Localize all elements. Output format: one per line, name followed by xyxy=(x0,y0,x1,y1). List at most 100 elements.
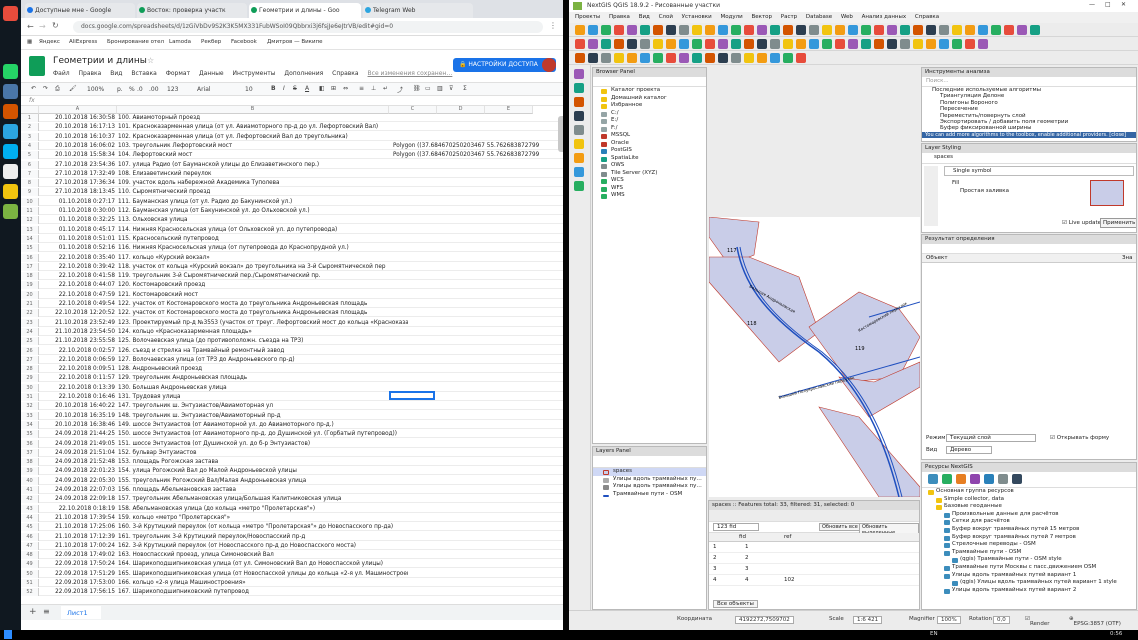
browser-item[interactable]: Oracle xyxy=(593,140,706,148)
cell-date[interactable]: 21.10.2018 23:54:50 xyxy=(41,328,115,336)
cell-date[interactable]: 21.10.2018 23:55:58 xyxy=(41,337,115,345)
add-layer-icon[interactable] xyxy=(574,153,584,163)
add-layer-icon[interactable] xyxy=(574,97,584,107)
select-icon[interactable] xyxy=(874,39,884,49)
doc-title[interactable]: Геометрии и длины xyxy=(53,56,147,66)
col-header-b[interactable]: B xyxy=(117,106,389,114)
row-number[interactable]: 42 xyxy=(21,495,39,504)
digitize-icon[interactable] xyxy=(601,53,611,63)
undo-icon[interactable]: ↶ xyxy=(31,85,36,92)
attr-col-fid[interactable]: fid xyxy=(739,534,746,540)
cell-date[interactable]: 22.10.2018 0:11:57 xyxy=(41,374,115,382)
table-row[interactable]: 17 22.10.2018 0:39:42 118. участок от коль… xyxy=(21,262,569,271)
add-layer-icon[interactable] xyxy=(574,125,584,135)
row-number[interactable]: 46 xyxy=(21,532,39,541)
row-number[interactable]: 37 xyxy=(21,448,39,457)
redo-icon[interactable] xyxy=(640,53,650,63)
apps-icon[interactable]: ▦ xyxy=(27,39,32,45)
italic-icon[interactable]: I xyxy=(283,85,285,92)
add-layer-icon[interactable] xyxy=(574,69,584,79)
add-layer-icon[interactable] xyxy=(574,111,584,121)
bookmark-item[interactable]: Дмитров — Википе xyxy=(267,39,323,45)
measure-icon[interactable] xyxy=(692,25,702,35)
menu-web[interactable]: Web xyxy=(841,14,853,20)
new-project-icon[interactable] xyxy=(705,53,715,63)
table-row[interactable]: 31 22.10.2018 0:16:46 131. Трудовая улица xyxy=(21,393,569,401)
table-row[interactable]: 34 20.10.2018 16:38:46 149. шоссе Энтузиас… xyxy=(21,420,569,429)
cell-date[interactable]: 22.10.2018 0:39:42 xyxy=(41,263,115,271)
browser-item[interactable]: WMS xyxy=(593,192,706,200)
cell-date[interactable]: 22.10.2018 0:18:19 xyxy=(41,505,115,513)
currency-button[interactable]: р. xyxy=(117,86,123,93)
row-number[interactable]: 26 xyxy=(21,346,39,355)
row-number[interactable]: 7 xyxy=(21,169,39,178)
table-icon[interactable] xyxy=(744,39,754,49)
cell-name[interactable]: 148. треугольник ш. Энтузиастов/Авиамото… xyxy=(118,412,408,420)
node-icon[interactable] xyxy=(744,25,754,35)
layer-add-icon[interactable] xyxy=(783,25,793,35)
text-color-icon[interactable]: A xyxy=(305,85,309,92)
table-row[interactable]: 46 21.10.2018 17:12:39 161. треугольник 3-… xyxy=(21,532,569,541)
polygon-south[interactable] xyxy=(818,406,920,497)
cell-name[interactable]: 153. площадь Рогожская застава xyxy=(118,458,408,466)
attr-row[interactable]: 4 4 102 xyxy=(709,575,919,586)
link-icon[interactable]: ⛓ xyxy=(413,85,421,92)
print-icon[interactable] xyxy=(614,25,624,35)
cell-name[interactable]: 163. Новоспасский проезд, улица Симоновс… xyxy=(118,551,408,559)
selected-cell[interactable] xyxy=(389,391,435,400)
row-number[interactable]: 47 xyxy=(21,541,39,550)
cell-date[interactable]: 01.10.2018 0:52:16 xyxy=(41,244,115,252)
edit-icon[interactable] xyxy=(718,25,728,35)
col-header-e[interactable]: E xyxy=(485,106,533,114)
cell-name[interactable]: 102. Красноказарменная улица (от ул. Леф… xyxy=(118,133,408,141)
edit-icon[interactable] xyxy=(653,39,663,49)
cell-date[interactable]: 22.10.2018 0:09:51 xyxy=(41,365,115,373)
resource-item[interactable]: Стрелочные переводы - OSM xyxy=(922,541,1136,549)
cell-date[interactable]: 22.09.2018 17:56:15 xyxy=(41,588,115,596)
zoom-out-icon[interactable] xyxy=(783,53,793,63)
table-row[interactable]: 39 24.09.2018 22:01:23 154. улица Рогожски… xyxy=(21,467,569,476)
row-number[interactable]: 13 xyxy=(21,225,39,234)
add-layer-icon[interactable] xyxy=(574,167,584,177)
layer-item[interactable]: spaces xyxy=(593,468,706,476)
maximize-icon[interactable]: □ xyxy=(1105,1,1111,8)
digitize-icon[interactable] xyxy=(926,39,936,49)
attr-cell-ref[interactable]: 102 xyxy=(784,577,795,583)
cell-name[interactable]: 161. треугольник 3-й Крутицкий переулок/… xyxy=(118,533,408,541)
table-row[interactable]: 48 22.09.2018 17:49:02 163. Новоспасский п… xyxy=(21,551,569,560)
table-row[interactable]: 19 22.10.2018 0:44:07 120. Костомаровский … xyxy=(21,281,569,290)
menu-view[interactable]: Вид xyxy=(110,70,122,77)
row-number[interactable]: 35 xyxy=(21,430,39,439)
browser-item[interactable]: SpatiaLite xyxy=(593,155,706,163)
function-icon[interactable]: Σ xyxy=(463,85,467,92)
attr-row-number[interactable]: 1 xyxy=(713,544,717,550)
browser-item[interactable]: E:/ xyxy=(593,117,706,125)
borders-icon[interactable]: ⊞ xyxy=(331,85,336,92)
label-icon[interactable] xyxy=(640,39,650,49)
avatar[interactable] xyxy=(542,58,556,72)
cell-date[interactable]: 22.10.2018 0:06:59 xyxy=(41,356,115,364)
cell-date[interactable]: 24.09.2018 21:52:48 xyxy=(41,458,115,466)
row-number[interactable]: 27 xyxy=(21,355,39,364)
row-number[interactable]: 4 xyxy=(21,141,39,150)
cell-name[interactable]: 126. съезд и стрелка на Трамвайный ремон… xyxy=(118,347,408,355)
menu-layer[interactable]: Слой xyxy=(659,14,673,20)
menu-data[interactable]: Данные xyxy=(199,70,224,77)
cell-date[interactable]: 22.10.2018 0:13:39 xyxy=(41,384,115,392)
attr-row[interactable]: 11 xyxy=(709,542,919,553)
browser-item[interactable]: WCS xyxy=(593,177,706,185)
cell-name[interactable]: 104. Лефортовский мост xyxy=(118,151,408,159)
cell-name[interactable]: 129. треугольник Андроньевская площадь xyxy=(118,374,408,382)
table-row[interactable]: 21 22.10.2018 0:49:54 122. участок от Кост… xyxy=(21,300,569,308)
identify-icon[interactable] xyxy=(926,25,936,35)
fill-color-icon[interactable]: ◧ xyxy=(319,85,325,92)
row-number[interactable]: 52 xyxy=(21,588,39,597)
row-number[interactable]: 5 xyxy=(21,151,39,160)
row-number[interactable]: 44 xyxy=(21,513,39,522)
tab-vostok[interactable]: Восток: проверка участк xyxy=(137,3,247,18)
row-number[interactable]: 25 xyxy=(21,337,39,346)
print-icon[interactable] xyxy=(874,25,884,35)
bookmark-item[interactable]: Яндекс xyxy=(39,39,60,45)
resource-item[interactable]: Основная группа ресурсов xyxy=(922,488,1136,496)
cell-date[interactable]: 21.10.2018 17:25:06 xyxy=(41,523,115,531)
